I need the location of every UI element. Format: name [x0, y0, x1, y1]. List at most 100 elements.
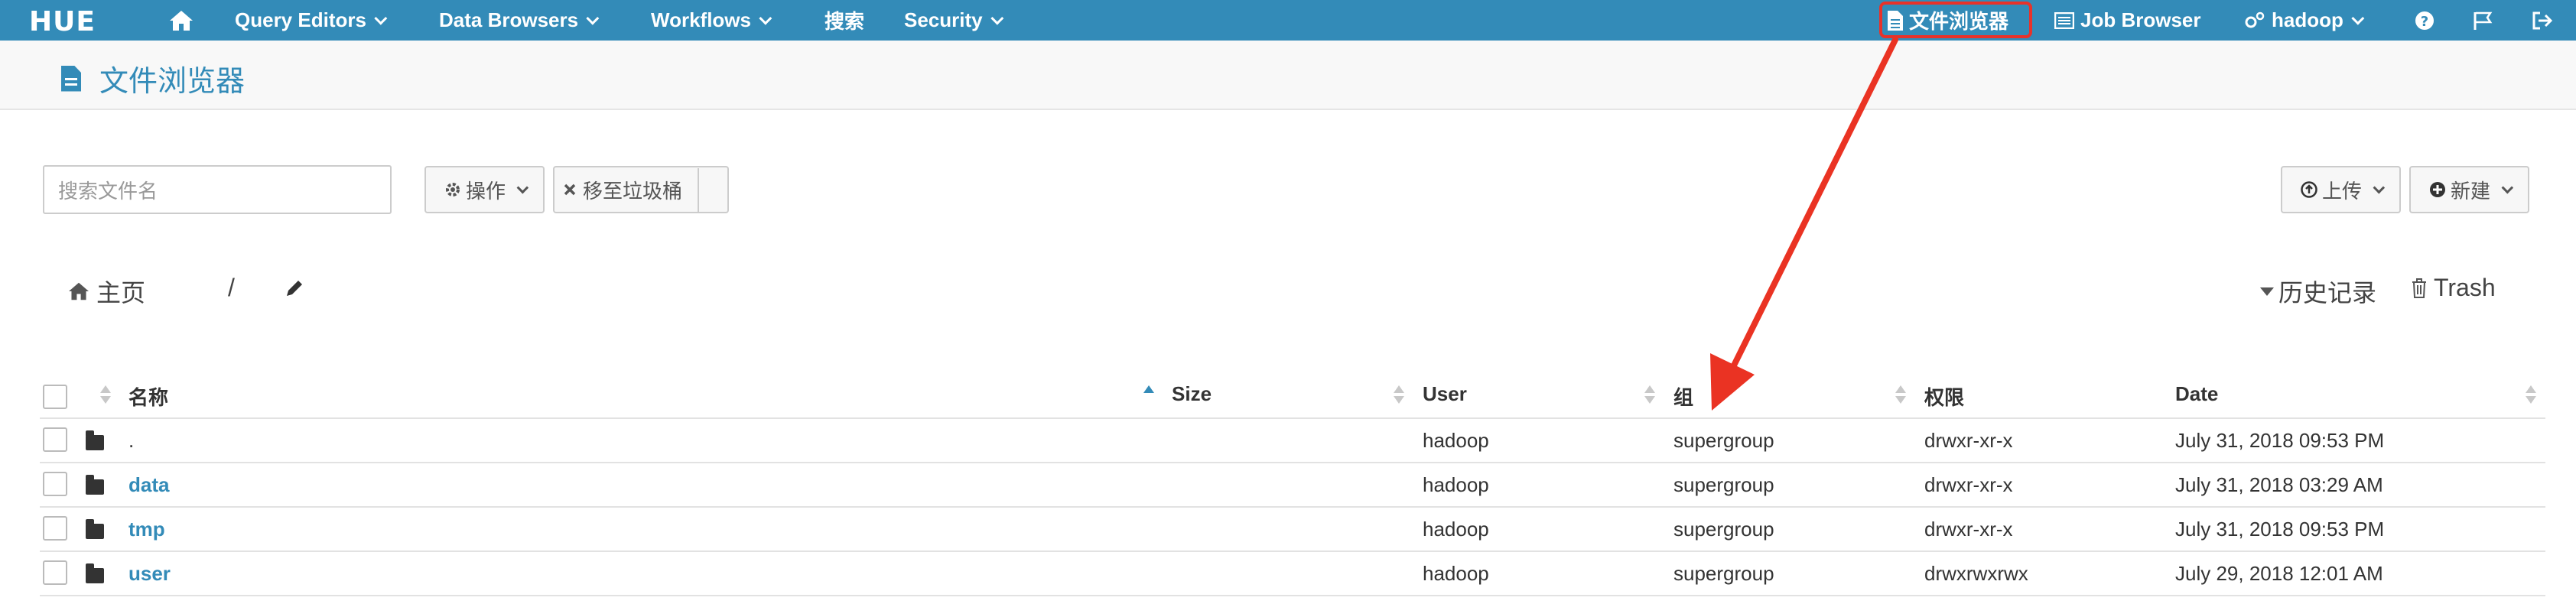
nav-query-editors-label: Query Editors: [235, 8, 366, 31]
select-all-checkbox[interactable]: [43, 385, 67, 409]
nav-job-browser[interactable]: Job Browser: [2054, 0, 2201, 41]
cell-name: .: [128, 429, 135, 452]
nav-security-label: Security: [904, 8, 983, 31]
header-user[interactable]: User: [1423, 382, 1467, 406]
cell-user: hadoop: [1423, 473, 1489, 496]
sort-user-icon[interactable]: [1394, 385, 1404, 405]
nav-workflows[interactable]: Workflows: [651, 0, 772, 41]
cell-name[interactable]: data: [128, 473, 169, 497]
file-browser-highlight: [1879, 2, 2032, 38]
page-title-label: 文件浏览器: [99, 66, 246, 98]
cell-date: July 31, 2018 09:53 PM: [2175, 518, 2385, 541]
new-button-label: 新建: [2450, 179, 2490, 203]
cell-name[interactable]: user: [128, 562, 171, 586]
sort-name-icon[interactable]: [100, 385, 111, 405]
cell-group: supergroup: [1673, 429, 1774, 452]
folder-icon: [86, 519, 104, 539]
page-header: 文件浏览器: [0, 41, 2576, 110]
plus-icon: [2429, 182, 2445, 197]
cell-date: July 31, 2018 09:53 PM: [2175, 429, 2385, 452]
logout-icon: [2532, 11, 2553, 29]
actions-button[interactable]: 操作: [424, 166, 545, 213]
cell-name[interactable]: tmp: [128, 518, 165, 541]
folder-icon: [86, 563, 104, 583]
cogs-icon: [2245, 11, 2265, 28]
split-separator: [698, 168, 699, 213]
row-checkbox[interactable]: [43, 427, 67, 452]
chevron-down-icon: [586, 11, 600, 25]
search-placeholder: 搜索文件名: [58, 179, 158, 203]
folder-icon: [86, 430, 104, 450]
upload-button[interactable]: 上传: [2281, 166, 2401, 213]
row-divider: [40, 595, 2545, 596]
caret-down-icon: [2260, 287, 2274, 296]
sort-group-icon[interactable]: [1644, 385, 1655, 405]
gear-icon: [445, 183, 460, 196]
search-input[interactable]: 搜索文件名: [43, 165, 392, 214]
flag-button[interactable]: [2473, 0, 2493, 41]
history-button[interactable]: 历史记录: [2260, 274, 2376, 309]
cell-group: supergroup: [1673, 518, 1774, 541]
user-menu[interactable]: hadoop: [2244, 0, 2365, 41]
breadcrumb-root[interactable]: /: [228, 274, 235, 302]
header-size[interactable]: Size: [1172, 382, 1212, 406]
home-icon: [170, 10, 193, 31]
header-date[interactable]: Date: [2175, 382, 2218, 406]
chevron-down-icon: [759, 11, 772, 25]
nav-query-editors[interactable]: Query Editors: [235, 0, 388, 41]
row-checkbox[interactable]: [43, 516, 67, 541]
row-divider: [40, 506, 2545, 508]
cell-group: supergroup: [1673, 562, 1774, 585]
trash-link[interactable]: Trash: [2411, 274, 2496, 302]
chevron-down-icon: [2373, 181, 2386, 193]
cell-date: July 31, 2018 03:29 AM: [2175, 473, 2383, 496]
cell-date: July 29, 2018 12:01 AM: [2175, 562, 2383, 585]
move-to-trash-label: 移至垃圾桶: [582, 179, 682, 203]
cell-user: hadoop: [1423, 562, 1489, 585]
sort-permissions-icon[interactable]: [1895, 385, 1906, 405]
trash-icon: [2412, 278, 2426, 298]
history-button-label: 历史记录: [2278, 279, 2377, 307]
cell-permissions: drwxr-xr-x: [1924, 518, 2013, 541]
new-button[interactable]: 新建: [2409, 166, 2529, 213]
chevron-down-icon: [990, 11, 1003, 25]
home-button[interactable]: [168, 0, 194, 41]
hue-logo-text: HUE: [29, 6, 96, 36]
cell-user: hadoop: [1423, 429, 1489, 452]
close-icon: [564, 183, 576, 196]
logout-button[interactable]: [2532, 0, 2553, 41]
row-checkbox[interactable]: [43, 472, 67, 496]
nav-data-browsers[interactable]: Data Browsers: [439, 0, 600, 41]
upload-icon: [2301, 181, 2317, 198]
nav-security[interactable]: Security: [904, 0, 1003, 41]
breadcrumb-home[interactable]: 主页: [67, 274, 145, 309]
sort-size-icon[interactable]: [1143, 385, 1154, 405]
nav-workflows-label: Workflows: [651, 8, 751, 31]
trash-link-label: Trash: [2434, 274, 2496, 301]
row-checkbox[interactable]: [43, 560, 67, 585]
cell-permissions: drwxr-xr-x: [1924, 473, 2013, 496]
cell-permissions: drwxrwxrwx: [1924, 562, 2028, 585]
header-permissions[interactable]: 权限: [1924, 382, 1964, 411]
top-navbar: HUE Query Editors Data Browsers Workflow…: [0, 0, 2576, 41]
nav-search[interactable]: 搜索: [825, 0, 864, 41]
header-name[interactable]: 名称: [128, 382, 168, 411]
chevron-down-icon: [2351, 11, 2365, 25]
page-title: 文件浏览器: [61, 57, 245, 99]
breadcrumb-separator: /: [228, 274, 235, 301]
home-icon: [69, 282, 89, 300]
cell-group: supergroup: [1673, 473, 1774, 496]
nav-search-label: 搜索: [825, 10, 865, 33]
edit-path-button[interactable]: [285, 278, 304, 298]
row-divider: [40, 462, 2545, 463]
hue-logo[interactable]: HUE: [29, 6, 121, 36]
pencil-icon: [287, 281, 302, 296]
header-group[interactable]: 组: [1673, 382, 1693, 411]
hue-logo-icon: HUE: [29, 6, 96, 36]
chevron-down-icon: [2501, 181, 2514, 193]
actions-button-label: 操作: [465, 179, 506, 203]
cell-user: hadoop: [1423, 518, 1489, 541]
trash-dropdown-toggle[interactable]: [698, 167, 729, 214]
help-button[interactable]: ?: [2415, 0, 2435, 41]
sort-date-icon[interactable]: [2526, 385, 2536, 405]
